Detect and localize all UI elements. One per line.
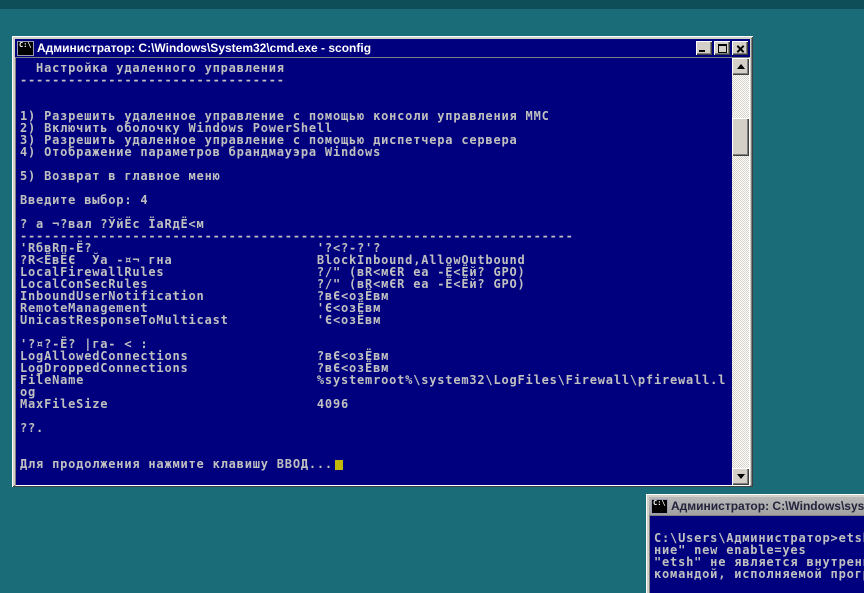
desktop: Администратор: C:\Windows\System32\cmd.e…	[0, 0, 864, 593]
console-cursor	[334, 460, 343, 470]
secondary-window-title: Администратор: C:\Windows\syst	[671, 499, 864, 513]
vertical-scrollbar[interactable]	[732, 58, 749, 485]
scroll-down-button[interactable]	[732, 468, 749, 485]
scrollbar-track[interactable]	[732, 75, 749, 468]
window-controls	[696, 41, 748, 55]
secondary-window: Администратор: C:\Windows\syst C:\Users\…	[646, 494, 864, 593]
maximize-button[interactable]	[714, 41, 730, 55]
pause-message: Для продолжения нажмите клавишу ВВОД...	[20, 457, 333, 471]
minimize-button[interactable]	[696, 41, 712, 55]
minimize-icon	[699, 50, 705, 52]
arrow-down-icon	[736, 474, 745, 479]
cmd-icon	[17, 40, 34, 56]
close-icon	[736, 44, 745, 53]
secondary-console-viewport[interactable]: C:\Users\Администратор>etsh ние" new ena…	[650, 516, 864, 593]
secondary-title-bar[interactable]: Администратор: C:\Windows\syst	[649, 497, 864, 515]
console-output: Настройка удаленного управления --------…	[20, 61, 727, 435]
console-prompt-line: Для продолжения нажмите клавишу ВВОД...	[20, 458, 732, 470]
main-title-bar[interactable]: Администратор: C:\Windows\System32\cmd.e…	[15, 39, 750, 57]
secondary-window-client: C:\Users\Администратор>etsh ние" new ena…	[649, 515, 864, 593]
scrollbar-thumb[interactable]	[732, 118, 749, 156]
arrow-up-icon	[736, 64, 745, 69]
scroll-up-button[interactable]	[732, 58, 749, 75]
close-button[interactable]	[732, 41, 748, 55]
desktop-top-band	[0, 0, 864, 9]
cmd-icon	[651, 498, 668, 514]
main-window: Администратор: C:\Windows\System32\cmd.e…	[12, 36, 753, 487]
console-viewport[interactable]: Настройка удаленного управления --------…	[16, 58, 732, 485]
secondary-console-output: C:\Users\Администратор>etsh ние" new ena…	[654, 531, 864, 581]
main-window-title: Администратор: C:\Windows\System32\cmd.e…	[37, 41, 372, 55]
maximize-icon	[717, 43, 727, 53]
main-window-client: Настройка удаленного управления --------…	[15, 57, 750, 486]
